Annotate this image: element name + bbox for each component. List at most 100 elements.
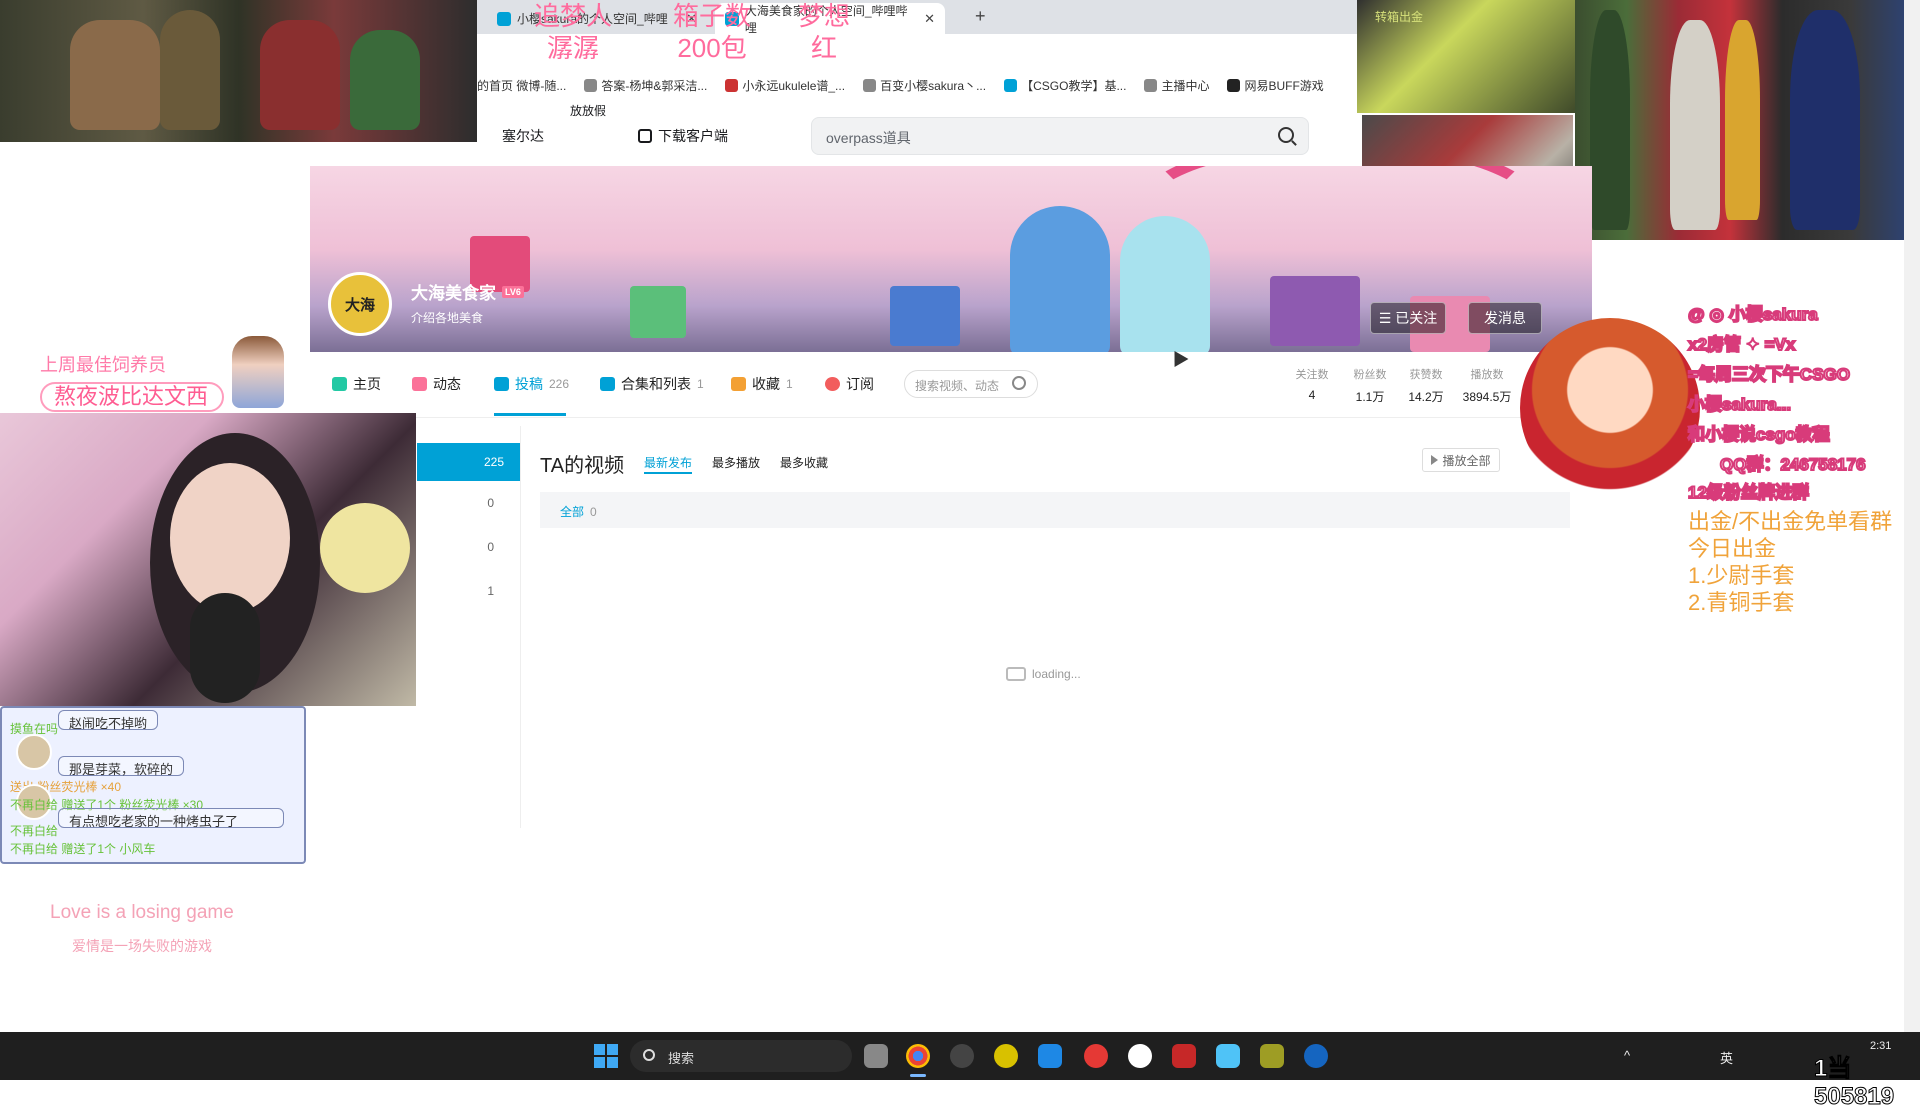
character-shape: [1120, 216, 1210, 352]
app-icon[interactable]: [1172, 1044, 1196, 1068]
love-quote-en: Love is a losing game: [50, 902, 234, 923]
tab-home[interactable]: 主页: [332, 374, 381, 394]
glove-shape: [160, 10, 220, 130]
notepad-icon[interactable]: [1216, 1044, 1240, 1068]
gloves-screenshot: [0, 0, 477, 142]
app-icon[interactable]: [994, 1044, 1018, 1068]
profile-name: 大海美食家 LV6: [411, 279, 524, 304]
ribbon-shape: [510, 166, 810, 246]
new-tab-button[interactable]: +: [975, 6, 986, 27]
streamer-info-panel: @ ◎ 小樱sakura x2房管 ✦ =Vx =每周三次下午CSGO 小樱sa…: [1520, 268, 1920, 503]
avatar[interactable]: 大海: [328, 272, 392, 336]
level-badge: LV6: [502, 285, 524, 298]
week-best-label: 上周最佳饲养员: [40, 355, 166, 375]
home-icon: [332, 377, 347, 391]
bookmarks-bar: 的首页 微博-随... 答案-杨坤&郭采洁... 小永远ukulele谱_...…: [477, 72, 1357, 98]
steam-icon[interactable]: [1304, 1044, 1328, 1068]
chat-message: 赵闹吃不掉哟: [58, 710, 159, 731]
bookmark[interactable]: 网易BUFF游戏: [1227, 77, 1324, 94]
collections-icon: [600, 377, 615, 391]
input-method[interactable]: 英: [1720, 1048, 1733, 1067]
tab-subscriptions[interactable]: 订阅: [825, 374, 874, 394]
profile-sign: 介绍各地美食: [411, 311, 484, 325]
anime-girl-sticker: [232, 336, 284, 408]
header-nav-item[interactable]: 放放假: [570, 102, 606, 119]
netease-music-icon[interactable]: [1084, 1044, 1108, 1068]
tab-most-played[interactable]: 最多播放: [712, 454, 760, 471]
close-icon[interactable]: ✕: [924, 11, 935, 27]
glove-shape: [260, 20, 340, 130]
overlay-title-col: 追梦人 潺潺: [534, 1, 613, 63]
glove-shape: [70, 20, 160, 130]
chrome-icon[interactable]: [906, 1044, 930, 1068]
app-icon[interactable]: [1128, 1044, 1152, 1068]
webcam-feed: [0, 413, 416, 706]
sakura-sticker: [1520, 318, 1700, 498]
windows-start-icon[interactable]: [594, 1044, 618, 1068]
csgo-icon[interactable]: [1260, 1044, 1284, 1068]
knife-shape: [1590, 10, 1630, 230]
bookmark[interactable]: 小永远ukulele谱_...: [725, 77, 845, 94]
tab-uploads[interactable]: 投稿 226: [494, 374, 569, 394]
overlay-title-col: 梦想 红: [798, 1, 851, 63]
tab-collections[interactable]: 合集和列表 1: [600, 374, 704, 394]
search-input[interactable]: overpass道具: [811, 117, 1309, 155]
week-best-name: 熬夜波比达文西: [40, 382, 224, 412]
bookmark[interactable]: 百变小樱sakura丶...: [863, 77, 986, 94]
search-icon[interactable]: [1012, 376, 1026, 390]
microphone-shape: [190, 593, 260, 703]
task-view-icon[interactable]: [864, 1044, 888, 1068]
sidebar-item-count[interactable]: 1: [480, 584, 494, 598]
page-scrollbar[interactable]: [1904, 0, 1920, 1032]
knives-screenshot: [1575, 0, 1920, 240]
download-client-link[interactable]: 下载客户端: [638, 126, 728, 146]
bookmark-icon: [1004, 78, 1018, 92]
bookmark-icon: [863, 78, 877, 92]
glove-shape: [350, 30, 420, 130]
active-app-indicator: [910, 1074, 926, 1077]
bilibili-tab-icon: [497, 11, 511, 26]
bookmark-icon: [1227, 78, 1241, 92]
heart-icon: [825, 377, 840, 391]
tab-most-favorited[interactable]: 最多收藏: [780, 454, 828, 471]
loading-indicator: loading...: [1006, 667, 1081, 681]
bookmark-icon: [725, 78, 739, 92]
bookmark[interactable]: 答案-杨坤&郭采洁...: [584, 77, 707, 94]
gift-shape: [1270, 276, 1360, 346]
favorites-icon: [731, 377, 746, 391]
obs-icon[interactable]: [950, 1044, 974, 1068]
sidebar-item-count[interactable]: 0: [480, 496, 494, 510]
category-filter[interactable]: 全部 0: [540, 492, 1570, 528]
bookmark[interactable]: 的首页 微博-随...: [477, 77, 566, 94]
active-tab-underline: [494, 413, 566, 416]
followed-button[interactable]: ☰ 已关注: [1370, 302, 1446, 334]
taskbar-search[interactable]: 搜索: [630, 1040, 852, 1072]
download-icon: [638, 129, 652, 143]
bookmark[interactable]: 主播中心: [1144, 77, 1209, 94]
bookmark-icon: [584, 78, 598, 92]
chat-message: 那是芽菜，软碎的: [58, 756, 185, 777]
tab-latest[interactable]: 最新发布: [644, 454, 692, 471]
tab-dynamic[interactable]: 动态: [412, 374, 461, 394]
avatar: [16, 734, 52, 770]
plush-shape: [320, 503, 410, 593]
tv-icon: [1006, 667, 1026, 681]
stat-fans[interactable]: 粉丝数 1.1万: [1348, 366, 1392, 405]
bookmark[interactable]: 【CSGO教学】基...: [1004, 77, 1126, 94]
header-nav-item[interactable]: 塞尔达: [502, 126, 544, 146]
info-line: 小樱sakura...: [1687, 394, 1792, 415]
search-icon: [643, 1049, 655, 1061]
sidebar-item-count[interactable]: 0: [480, 540, 494, 554]
sidebar-item-videos[interactable]: 225: [417, 443, 520, 481]
app-icon[interactable]: [1038, 1044, 1062, 1068]
info-line: QQ群：246758176: [1719, 454, 1867, 475]
active-tab-underline: [644, 472, 692, 474]
promo-text: 出金/不出金免单看群 今日出金 1.少尉手套 2.青铜手套: [1688, 509, 1893, 615]
tab-favorites[interactable]: 收藏 1: [731, 374, 793, 394]
stat-following[interactable]: 关注数 4: [1290, 366, 1334, 402]
search-icon[interactable]: [1278, 127, 1294, 143]
tray-chevron[interactable]: ^: [1624, 1048, 1630, 1063]
play-all-button[interactable]: 播放全部: [1422, 448, 1500, 472]
gift-shape: [890, 286, 960, 346]
face-shape: [170, 463, 290, 613]
